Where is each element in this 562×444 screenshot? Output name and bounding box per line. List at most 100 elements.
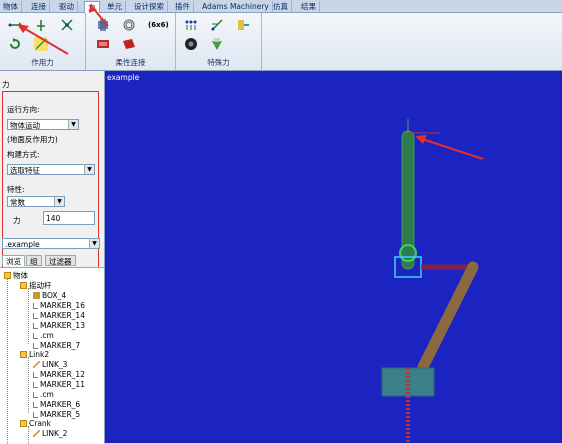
- tree-node-marker[interactable]: MARKER_14: [33, 311, 85, 321]
- tree-node-cm[interactable]: .cm: [33, 390, 54, 400]
- tab-results[interactable]: 结果: [298, 1, 320, 12]
- tree-node-marker[interactable]: MARKER_16: [33, 301, 85, 311]
- tree-node-label: MARKER_5: [40, 410, 81, 419]
- model-select[interactable]: .example ▼: [2, 238, 100, 249]
- marker-icon: [33, 402, 38, 408]
- field-6x6-label[interactable]: (6x6): [148, 21, 169, 29]
- model-select-value: .example: [5, 240, 40, 249]
- tree-node-label: BOX_4: [42, 291, 67, 300]
- general-force-icon[interactable]: [60, 18, 74, 32]
- vector-torque-icon[interactable]: [34, 37, 48, 51]
- ground-reaction-note: (地面反作用力): [7, 135, 58, 144]
- beam-icon[interactable]: [122, 37, 136, 51]
- marker-icon: [33, 372, 38, 378]
- tree-node-marker[interactable]: MARKER_6: [33, 400, 80, 410]
- group-flexible-connectors: (6x6) 柔性连接: [86, 13, 176, 70]
- tab-elements[interactable]: 单元: [104, 1, 126, 12]
- tree-node-label: 物体: [13, 271, 28, 280]
- contact-icon[interactable]: [210, 37, 224, 51]
- run-direction-value: 物体运动: [10, 121, 40, 130]
- panel-header: 力: [2, 80, 10, 89]
- spring-damper-icon[interactable]: [96, 37, 110, 51]
- tab-browse[interactable]: 浏览: [2, 255, 25, 266]
- property-panel: 力 运行方向: 物体运动 ▼ (地面反作用力) 构建方式: 选取特征 ▼ 特性:…: [0, 71, 105, 444]
- tab-simulation[interactable]: 仿真: [270, 1, 292, 12]
- tree-node-label: 摇动杆: [29, 281, 52, 290]
- tree-node-label: LINK_2: [42, 429, 68, 438]
- field-force-icon[interactable]: [210, 18, 224, 32]
- ribbon: 作用力 (6x6) 柔性连接 特殊力: [0, 13, 562, 71]
- tab-forces[interactable]: 力: [84, 1, 100, 13]
- bushing-icon[interactable]: [96, 18, 110, 32]
- tab-connectors[interactable]: 连接: [28, 1, 50, 12]
- construction-value: 选取特征: [10, 166, 40, 175]
- tire-icon[interactable]: [184, 37, 198, 51]
- box-icon: [33, 292, 40, 299]
- marker-icon: [33, 382, 38, 388]
- tree-node-part[interactable]: Link2: [20, 350, 49, 360]
- torsion-spring-icon[interactable]: [122, 18, 136, 32]
- tree-node-label: MARKER_7: [40, 341, 81, 350]
- marker-icon: [33, 392, 38, 398]
- construction-select[interactable]: 选取特征 ▼: [7, 164, 95, 175]
- friction-icon[interactable]: [236, 18, 250, 32]
- property-select[interactable]: 常数 ▼: [7, 196, 65, 207]
- marker-icon: [33, 343, 38, 349]
- browser-tabs: 浏览 组 过滤器: [0, 255, 104, 266]
- tree-node-geometry[interactable]: BOX_4: [33, 291, 66, 301]
- multi-point-force-icon[interactable]: [184, 18, 198, 32]
- tree-node-bodies[interactable]: 物体: [4, 271, 28, 281]
- run-direction-label: 运行方向:: [7, 105, 40, 114]
- tree-node-marker[interactable]: MARKER_12: [33, 370, 85, 380]
- chevron-down-icon: ▼: [54, 197, 64, 206]
- tree-node-label: MARKER_11: [40, 380, 85, 389]
- chevron-down-icon: ▼: [68, 120, 78, 129]
- tree-node-marker[interactable]: MARKER_11: [33, 380, 85, 390]
- tree-node-part[interactable]: Crank: [20, 419, 51, 429]
- property-label: 特性:: [7, 185, 25, 194]
- folder-icon: [4, 272, 11, 279]
- model-tree: 物体 摇动杆 BOX_4 MARKER_16 MARKER_14 MARKER_…: [0, 267, 104, 444]
- marker-icon: [33, 333, 38, 339]
- tree-guide-line: [28, 288, 29, 344]
- folder-icon: [20, 282, 27, 289]
- mechanism-drawing: [381, 119, 484, 443]
- tree-guide-line: [28, 357, 29, 413]
- tab-filters[interactable]: 过滤器: [45, 255, 76, 266]
- single-force-icon[interactable]: [8, 18, 22, 32]
- tree-node-geometry[interactable]: LINK_3: [33, 360, 67, 370]
- tab-groups[interactable]: 组: [26, 255, 42, 266]
- tab-motions[interactable]: 驱动: [56, 1, 78, 12]
- rotation-torque-icon[interactable]: [8, 37, 22, 51]
- marker-icon: [33, 313, 38, 319]
- rocker-body[interactable]: [401, 130, 415, 270]
- tree-node-label: MARKER_16: [40, 301, 85, 310]
- torque-icon[interactable]: [34, 18, 48, 32]
- group-label-special: 特殊力: [207, 58, 230, 67]
- tree-node-part[interactable]: 摇动杆: [20, 281, 52, 291]
- tree-node-geometry[interactable]: LINK_2: [33, 429, 67, 439]
- tab-plugins[interactable]: 插件: [172, 1, 194, 12]
- folder-icon: [20, 351, 27, 358]
- link-icon: [33, 430, 40, 437]
- tree-node-marker[interactable]: MARKER_13: [33, 321, 85, 331]
- tree-node-label: .cm: [40, 331, 54, 340]
- tab-design-exploration[interactable]: 设计探索: [131, 1, 168, 12]
- tree-node-label: Link2: [29, 350, 50, 359]
- tree-node-cm[interactable]: .cm: [33, 331, 54, 341]
- group-label-applied-forces: 作用力: [31, 58, 54, 67]
- tab-adams-machinery[interactable]: Adams Machinery: [199, 1, 273, 12]
- link2-body[interactable]: [417, 261, 479, 373]
- tree-guide-line: [7, 276, 8, 444]
- menu-tab-bar: 物体 连接 驱动 力 单元 设计探索 插件 Adams Machinery 仿真…: [0, 0, 562, 13]
- force-value-input[interactable]: 140: [43, 211, 95, 225]
- model-viewport[interactable]: example: [105, 71, 562, 443]
- property-value: 常数: [10, 198, 25, 207]
- tree-node-label: LINK_3: [42, 360, 68, 369]
- tab-bodies[interactable]: 物体: [0, 1, 22, 12]
- tree-node-label: MARKER_13: [40, 321, 85, 330]
- link-icon: [33, 361, 40, 368]
- run-direction-select[interactable]: 物体运动 ▼: [7, 119, 79, 130]
- tree-node-label: MARKER_6: [40, 400, 81, 409]
- group-label-flexible: 柔性连接: [115, 58, 146, 67]
